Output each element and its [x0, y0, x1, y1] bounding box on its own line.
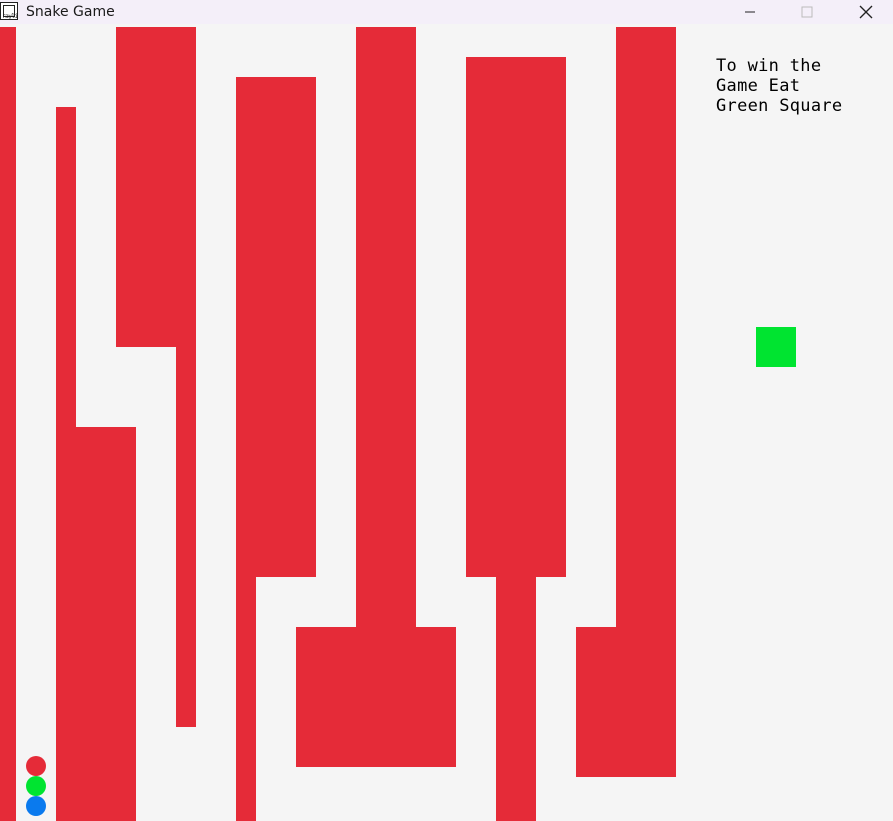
maze-wall [176, 27, 196, 727]
snake-body-segment [26, 776, 46, 796]
green-square-goal [756, 327, 796, 367]
snake-tail-segment [26, 796, 46, 816]
maze-wall [0, 27, 16, 821]
maximize-icon [801, 6, 813, 18]
maze-wall [56, 427, 136, 821]
maze-wall [296, 627, 456, 767]
win-instruction-text: To win the Game Eat Green Square [716, 56, 843, 116]
maze-wall [496, 567, 536, 821]
close-icon [859, 5, 873, 19]
maximize-button[interactable] [784, 0, 830, 24]
raylib-app-icon: raylib [0, 2, 18, 20]
title-bar[interactable]: raylib Snake Game [0, 0, 893, 24]
game-window: raylib Snake Game [0, 0, 893, 821]
maze-wall [236, 77, 256, 821]
window-title: Snake Game [26, 4, 115, 20]
maze-wall [356, 27, 416, 637]
app-icon-label: raylib [2, 13, 18, 20]
minimize-icon [745, 11, 755, 13]
maze-wall [466, 57, 566, 577]
minimize-button[interactable] [727, 0, 773, 24]
game-canvas[interactable]: To win the Game Eat Green Square [0, 27, 893, 821]
maze-wall [576, 627, 676, 777]
snake-head [26, 756, 46, 776]
close-button[interactable] [843, 0, 889, 24]
